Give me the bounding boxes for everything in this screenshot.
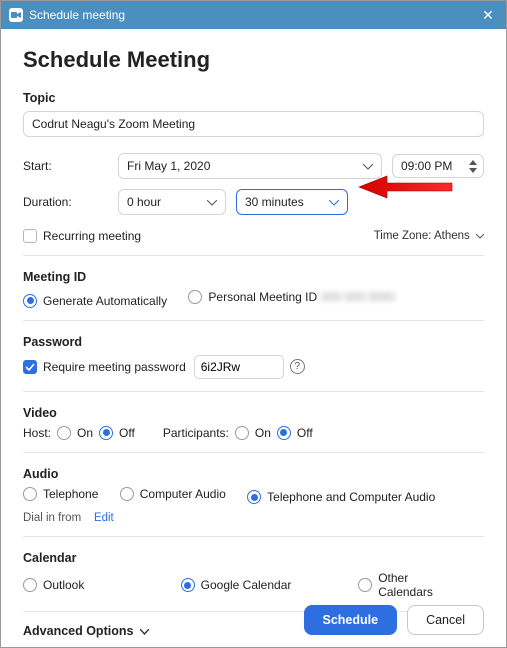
checkbox-icon <box>23 360 37 374</box>
duration-minutes-dropdown[interactable]: 30 minutes <box>236 189 348 215</box>
recurring-checkbox[interactable]: Recurring meeting <box>23 229 141 243</box>
radio-icon <box>247 490 261 504</box>
duration-hours-dropdown[interactable]: 0 hour <box>118 189 226 215</box>
start-date-dropdown[interactable]: Fri May 1, 2020 <box>118 153 382 179</box>
schedule-button[interactable]: Schedule <box>304 605 398 635</box>
radio-personal-id[interactable]: Personal Meeting ID 000 000 0000 <box>188 290 394 304</box>
radio-icon <box>277 426 291 440</box>
recurring-label: Recurring meeting <box>43 229 141 243</box>
topic-input[interactable]: Codrut Neagu's Zoom Meeting <box>23 111 484 137</box>
time-step-down[interactable] <box>467 166 479 174</box>
meeting-id-heading: Meeting ID <box>23 270 484 284</box>
start-time-input[interactable]: 09:00 PM <box>392 154 484 178</box>
radio-icon <box>23 578 37 592</box>
close-icon[interactable]: ✕ <box>478 7 498 24</box>
chevron-down-icon <box>207 195 217 209</box>
radio-google-calendar[interactable]: Google Calendar <box>181 571 341 599</box>
start-time-value: 09:00 PM <box>401 159 463 173</box>
duration-minutes-value: 30 minutes <box>245 195 304 209</box>
time-step-up[interactable] <box>467 158 479 166</box>
advanced-options-toggle[interactable]: Advanced Options <box>23 624 149 638</box>
radio-icon <box>358 578 372 592</box>
calendar-heading: Calendar <box>23 551 484 565</box>
radio-participants-off[interactable]: Off <box>277 426 313 440</box>
checkbox-icon <box>23 229 37 243</box>
audio-heading: Audio <box>23 467 484 481</box>
radio-host-on[interactable]: On <box>57 426 93 440</box>
timezone-dropdown[interactable]: Time Zone: Athens <box>374 230 484 242</box>
password-input[interactable] <box>194 355 284 379</box>
duration-hours-value: 0 hour <box>127 195 161 209</box>
radio-computer-audio[interactable]: Computer Audio <box>120 487 226 501</box>
radio-icon <box>120 487 134 501</box>
radio-icon <box>23 294 37 308</box>
radio-icon <box>99 426 113 440</box>
duration-label: Duration: <box>23 195 108 209</box>
chevron-down-icon <box>363 159 373 173</box>
video-participants-label: Participants: <box>163 426 229 440</box>
radio-icon <box>23 487 37 501</box>
radio-host-off[interactable]: Off <box>99 426 135 440</box>
timezone-value: Athens <box>434 230 470 242</box>
radio-participants-on[interactable]: On <box>235 426 271 440</box>
cancel-button[interactable]: Cancel <box>407 605 484 635</box>
dialog-footer: Schedule Cancel <box>304 605 485 635</box>
timezone-prefix: Time Zone: <box>374 230 432 242</box>
password-heading: Password <box>23 335 484 349</box>
start-label: Start: <box>23 159 108 173</box>
radio-icon <box>188 290 202 304</box>
window-title: Schedule meeting <box>29 8 478 22</box>
topic-label: Topic <box>23 91 484 105</box>
help-icon[interactable]: ? <box>290 359 305 374</box>
dial-in-edit-link[interactable]: Edit <box>94 512 114 524</box>
radio-other-calendars[interactable]: Other Calendars <box>358 571 466 599</box>
dial-in-label: Dial in from <box>23 512 81 524</box>
radio-icon <box>57 426 71 440</box>
radio-generate-auto[interactable]: Generate Automatically <box>23 294 167 308</box>
require-password-checkbox[interactable]: Require meeting password <box>23 360 186 374</box>
topic-value: Codrut Neagu's Zoom Meeting <box>32 117 195 131</box>
radio-icon <box>181 578 195 592</box>
radio-telephone-computer[interactable]: Telephone and Computer Audio <box>247 490 435 504</box>
video-heading: Video <box>23 406 484 420</box>
video-host-label: Host: <box>23 426 51 440</box>
zoom-app-icon <box>9 8 23 22</box>
radio-icon <box>235 426 249 440</box>
personal-id-value: 000 000 0000 <box>321 290 394 304</box>
titlebar: Schedule meeting ✕ <box>1 1 506 29</box>
chevron-down-icon <box>329 195 339 209</box>
page-heading: Schedule Meeting <box>23 47 484 73</box>
radio-outlook[interactable]: Outlook <box>23 571 163 599</box>
start-date-value: Fri May 1, 2020 <box>127 159 210 173</box>
radio-telephone[interactable]: Telephone <box>23 487 98 501</box>
